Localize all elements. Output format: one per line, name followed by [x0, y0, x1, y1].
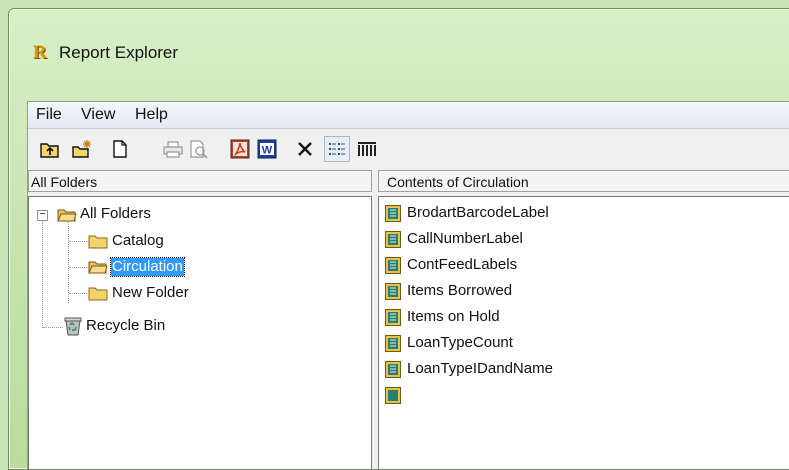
open-folder-icon [57, 209, 77, 222]
open-folder-icon [88, 261, 108, 274]
print-preview-icon [190, 140, 208, 159]
print-button[interactable] [161, 137, 185, 161]
list-view-icon [329, 143, 345, 155]
collapse-toggle[interactable]: − [37, 210, 48, 221]
title-bar[interactable]: R Report Explorer [9, 9, 789, 104]
delete-icon [298, 142, 312, 156]
menu-help[interactable]: Help [135, 106, 168, 124]
svg-text:W: W [262, 145, 273, 157]
tree-node-catalog[interactable]: Catalog [112, 232, 164, 250]
report-icon [385, 257, 401, 274]
word-export-button[interactable]: W [255, 137, 279, 161]
pdf-export-button[interactable] [228, 137, 252, 161]
report-icon [385, 309, 401, 326]
tree-content: − All Folders Catalog Circulation New Fo… [29, 197, 371, 469]
new-folder-button[interactable] [70, 137, 94, 161]
up-folder-button[interactable] [38, 137, 62, 161]
delete-button[interactable] [293, 137, 317, 161]
report-icon [385, 231, 401, 248]
folder-icon [88, 235, 108, 249]
report-icon [385, 387, 401, 404]
details-view-icon [358, 142, 376, 156]
word-export-icon: W [257, 139, 277, 159]
report-list[interactable]: BrodartBarcodeLabel CallNumberLabel Cont… [378, 196, 789, 469]
folder-tree-header: All Folders [28, 170, 372, 192]
tree-node-new-folder[interactable]: New Folder [112, 284, 189, 302]
toolbar: W [28, 129, 789, 169]
list-item-label: LoanTypeIDandName [407, 360, 553, 377]
tree-connector [69, 241, 87, 243]
tree-connector [69, 293, 87, 295]
pdf-export-icon [230, 139, 250, 159]
list-item-label: LoanTypeCount [407, 334, 513, 351]
new-report-icon [113, 140, 127, 158]
recycle-bin-icon [64, 317, 82, 336]
contents-header: Contents of Circulation [378, 170, 789, 192]
new-folder-icon [72, 140, 91, 158]
tree-node-circulation[interactable]: Circulation [110, 257, 185, 277]
tree-connector [43, 327, 63, 329]
list-view-button[interactable] [324, 136, 350, 162]
report-explorer-window: R Report Explorer File View Help W All F… [8, 8, 789, 470]
folder-tree[interactable]: − All Folders Catalog Circulation New Fo… [28, 196, 372, 469]
report-icon [385, 205, 401, 222]
client-area: File View Help W All Folders − All Folde… [27, 101, 789, 469]
list-item-label: CallNumberLabel [407, 230, 523, 247]
print-preview-button[interactable] [187, 137, 211, 161]
report-icon [385, 361, 401, 378]
menu-bar: File View Help [28, 102, 789, 129]
list-item-label: ContFeedLabels [407, 256, 518, 273]
list-item-label: Items Borrowed [407, 282, 513, 299]
folder-tree-panel: All Folders − All Folders Catalog Circul… [28, 170, 372, 469]
contents-panel: Contents of Circulation BrodartBarcodeLa… [378, 170, 789, 469]
tree-connector [42, 220, 44, 328]
tree-node-all-folders[interactable]: All Folders [80, 205, 151, 223]
folder-icon [88, 287, 108, 301]
menu-file[interactable]: File [36, 106, 62, 124]
tree-connector [69, 267, 87, 269]
list-item-label: BrodartBarcodeLabel [407, 204, 549, 221]
tree-connector [68, 219, 70, 303]
report-builder-app-icon: R [33, 42, 47, 63]
window-title: Report Explorer [59, 43, 179, 62]
tree-node-recycle-bin[interactable]: Recycle Bin [86, 317, 165, 335]
report-icon [385, 283, 401, 300]
list-item-label: Items on Hold [407, 308, 500, 325]
details-view-button[interactable] [355, 137, 379, 161]
new-report-button[interactable] [108, 137, 132, 161]
menu-view[interactable]: View [81, 106, 115, 124]
report-icon [385, 335, 401, 352]
up-folder-icon [40, 143, 59, 158]
print-icon [163, 141, 183, 158]
